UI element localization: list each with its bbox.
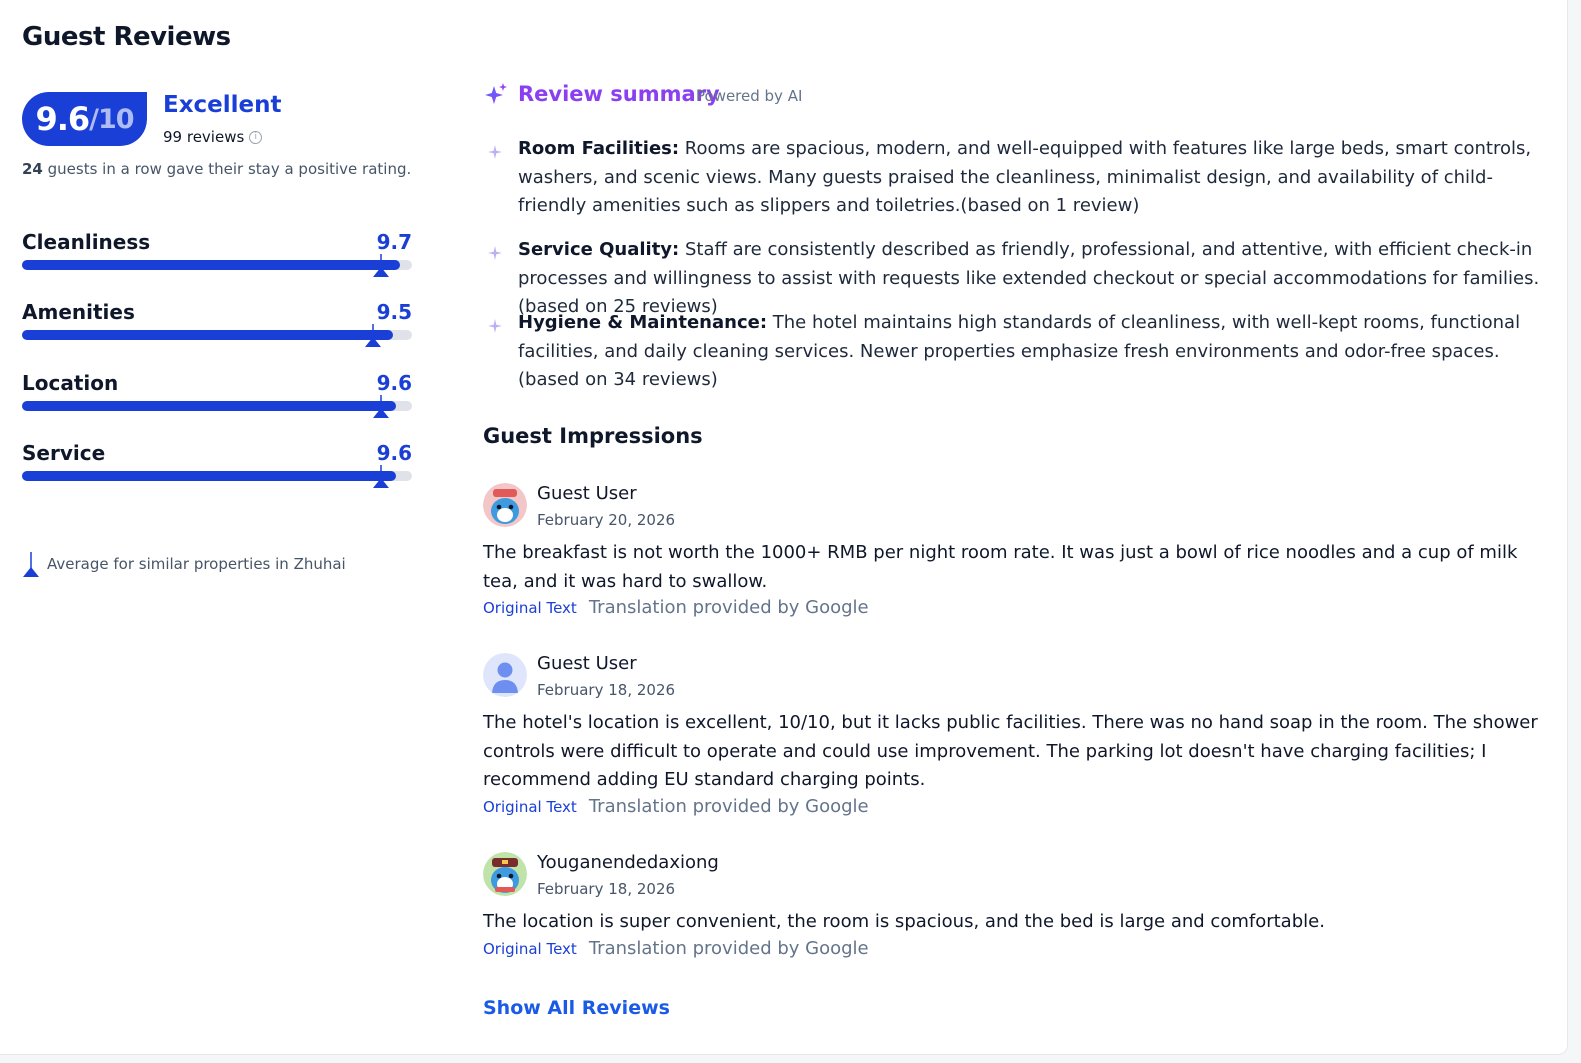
average-marker-icon bbox=[365, 324, 381, 347]
review-text: The breakfast is not worth the 1000+ RMB… bbox=[483, 542, 1518, 592]
category-bar-fill bbox=[22, 260, 401, 270]
review-links: Original Text Translation provided by Go… bbox=[483, 796, 869, 817]
powered-by-ai: Powered by AI bbox=[696, 87, 803, 105]
review-item: Guest User February 20, 2026 The breakfa… bbox=[483, 483, 1553, 623]
sparkle-bullet-icon bbox=[488, 145, 502, 159]
category-bar bbox=[22, 471, 412, 481]
category-name: Cleanliness bbox=[22, 230, 151, 254]
review-links: Original Text Translation provided by Go… bbox=[483, 938, 869, 959]
original-text-link[interactable]: Original Text bbox=[483, 599, 577, 617]
rating-word: Excellent bbox=[163, 92, 282, 118]
translation-note: Translation provided by Google bbox=[588, 796, 869, 817]
category-amenities: Amenities 9.5 bbox=[22, 300, 412, 360]
translation-note: Translation provided by Google bbox=[588, 938, 869, 959]
review-count: 99 reviews i bbox=[163, 128, 263, 146]
review-date: February 18, 2026 bbox=[537, 681, 676, 699]
category-bar bbox=[22, 330, 412, 340]
summary-item-label: Service Quality: bbox=[518, 239, 680, 260]
category-name: Amenities bbox=[22, 300, 135, 324]
category-bar bbox=[22, 260, 412, 270]
sparkle-bullet-icon bbox=[488, 319, 502, 333]
overall-score-badge: 9.6/10 bbox=[22, 92, 147, 146]
review-summary-title: Review summary bbox=[518, 82, 720, 106]
positive-streak: 24 guests in a row gave their stay a pos… bbox=[22, 160, 411, 178]
category-bar-fill bbox=[22, 330, 393, 340]
review-item: Guest User February 18, 2026 The hotel's… bbox=[483, 653, 1553, 823]
average-marker-icon bbox=[372, 254, 389, 277]
reviewer-name: Youganendedaxiong bbox=[537, 852, 719, 873]
review-count-text: 99 reviews bbox=[163, 128, 245, 146]
original-text-link[interactable]: Original Text bbox=[483, 940, 577, 958]
average-marker-icon bbox=[372, 395, 389, 418]
overall-score-max: /10 bbox=[89, 103, 134, 135]
average-legend-text: Average for similar properties in Zhuhai bbox=[47, 555, 346, 573]
ai-sparkle-icon bbox=[485, 83, 507, 104]
streak-count: 24 bbox=[22, 160, 43, 178]
review-item: Youganendedaxiong February 18, 2026 The … bbox=[483, 852, 1553, 962]
sparkle-bullet-icon bbox=[488, 246, 502, 260]
review-date: February 18, 2026 bbox=[537, 880, 676, 898]
summary-item: Hygiene & Maintenance: The hotel maintai… bbox=[483, 309, 1553, 395]
summary-item: Room Facilities: Rooms are spacious, mod… bbox=[483, 135, 1553, 221]
category-score: 9.7 bbox=[376, 230, 412, 254]
dolphin-avatar-icon bbox=[483, 852, 527, 896]
review-text: The location is super convenient, the ro… bbox=[483, 911, 1325, 932]
category-bar-fill bbox=[22, 401, 397, 411]
guest-reviews-card: Guest Reviews 9.6/10 Excellent 99 review… bbox=[0, 0, 1568, 1055]
show-all-reviews-link[interactable]: Show All Reviews bbox=[483, 997, 670, 1019]
average-marker-icon bbox=[23, 552, 39, 577]
category-cleanliness: Cleanliness 9.7 bbox=[22, 230, 412, 290]
category-bar bbox=[22, 401, 412, 411]
category-score: 9.6 bbox=[376, 371, 412, 395]
review-links: Original Text Translation provided by Go… bbox=[483, 597, 869, 618]
category-location: Location 9.6 bbox=[22, 371, 412, 431]
streak-text: guests in a row gave their stay a positi… bbox=[42, 160, 412, 178]
category-score: 9.6 bbox=[376, 441, 412, 465]
review-date: February 20, 2026 bbox=[537, 511, 676, 529]
original-text-link[interactable]: Original Text bbox=[483, 798, 577, 816]
category-name: Service bbox=[22, 441, 106, 465]
category-name: Location bbox=[22, 371, 119, 395]
category-service: Service 9.6 bbox=[22, 441, 412, 501]
reviewer-name: Guest User bbox=[537, 653, 637, 674]
dolphin-avatar-icon bbox=[483, 483, 527, 527]
translation-note: Translation provided by Google bbox=[588, 597, 869, 618]
review-text: The hotel's location is excellent, 10/10… bbox=[483, 712, 1538, 790]
reviewer-name: Guest User bbox=[537, 483, 637, 504]
category-bar-fill bbox=[22, 471, 397, 481]
summary-item-label: Room Facilities: bbox=[518, 138, 680, 159]
page-title: Guest Reviews bbox=[22, 22, 231, 52]
overall-score: 9.6 bbox=[35, 100, 90, 138]
user-avatar-icon bbox=[483, 653, 527, 697]
guest-impressions-title: Guest Impressions bbox=[483, 424, 703, 448]
average-marker-icon bbox=[372, 465, 389, 488]
category-score: 9.5 bbox=[376, 300, 412, 324]
summary-item-label: Hygiene & Maintenance: bbox=[518, 312, 768, 333]
info-icon[interactable]: i bbox=[249, 130, 263, 144]
